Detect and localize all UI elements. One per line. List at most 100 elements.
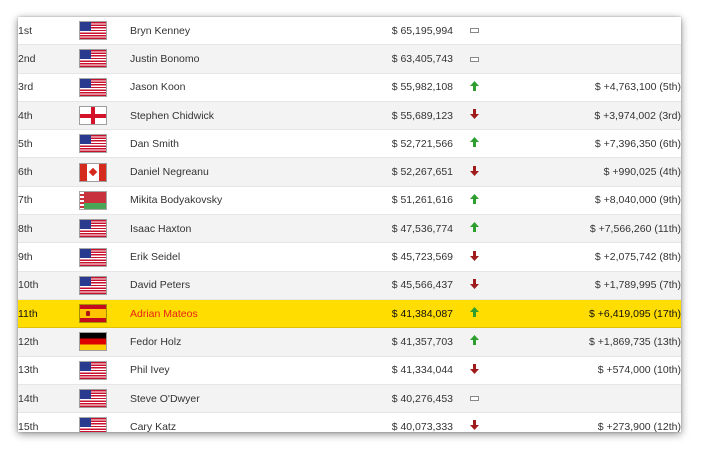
earnings-change-cell (495, 384, 681, 414)
rankings-card: 1st Bryn Kenney $ 65,195,994 2nd Justin Bono… (18, 17, 681, 432)
rank-cell: 7th (18, 186, 80, 216)
flag-cell (80, 17, 130, 46)
earnings-cell: $ 55,982,108 (330, 73, 453, 102)
earnings-cell: $ 52,721,566 (330, 129, 453, 159)
trend-cell (453, 17, 495, 46)
trend-down-arrow-icon (469, 420, 479, 432)
canada-flag-icon (80, 163, 106, 181)
trend-unchanged-icon (469, 56, 479, 62)
table-row: 12th Fedor Holz $ 41,357,703 $ +1,869,735 (… (18, 327, 681, 357)
trend-down-arrow-icon (469, 165, 479, 179)
trend-down-arrow-icon (469, 109, 479, 122)
trend-down-arrow-icon (469, 278, 479, 292)
flag-cell (80, 73, 130, 102)
earnings-change-cell: $ +273,900 (12th) (495, 412, 681, 432)
trend-up-arrow-icon (469, 335, 479, 348)
player-name-link[interactable]: Dan Smith (130, 129, 330, 159)
table-row: 4th Stephen Chidwick $ 55,689,123 $ +3,974,… (18, 101, 681, 131)
rank-cell: 4th (18, 101, 80, 131)
earnings-cell: $ 65,195,994 (330, 17, 453, 46)
player-name-link[interactable]: Mikita Bodyakovsky (130, 186, 330, 216)
rank-cell: 15th (18, 412, 80, 432)
player-name-link[interactable]: Cary Katz (130, 412, 330, 432)
flag-cell (80, 299, 130, 329)
rank-cell: 9th (18, 242, 80, 272)
us-flag-icon (80, 50, 106, 68)
earnings-cell: $ 45,723,569 (330, 242, 453, 272)
rank-cell: 2nd (18, 44, 80, 74)
player-name-link[interactable]: David Peters (130, 271, 330, 300)
trend-up-arrow-icon (469, 193, 479, 207)
table-row: 13th Phil Ivey $ 41,334,044 $ +574,000 (10t… (18, 356, 681, 385)
earnings-change-cell: $ +2,075,742 (8th) (495, 242, 681, 272)
us-flag-icon (80, 418, 106, 432)
us-flag-icon (80, 220, 106, 238)
flag-cell (80, 101, 130, 131)
table-row: 14th Steve O'Dwyer $ 40,276,453 (18, 384, 681, 414)
trend-cell (453, 242, 495, 272)
us-flag-icon (80, 276, 106, 294)
trend-cell (453, 44, 495, 74)
table-row: 7th Mikita Bodyakovsky $ 51,261,616 $ +8,04… (18, 186, 681, 216)
player-name-link[interactable]: Justin Bonomo (130, 44, 330, 74)
rank-cell: 5th (18, 129, 80, 159)
trend-unchanged-icon (469, 28, 479, 34)
flag-cell (80, 129, 130, 159)
flag-cell (80, 327, 130, 357)
earnings-change-cell (495, 17, 681, 46)
table-row-highlighted: 11th Adrian Mateos $ 41,384,087 $ +6,419,09… (18, 299, 681, 329)
table-row: 3rd Jason Koon $ 55,982,108 $ +4,763,100 (5… (18, 73, 681, 102)
rank-cell: 12th (18, 327, 80, 357)
earnings-change-cell: $ +1,789,995 (7th) (495, 271, 681, 300)
trend-cell (453, 101, 495, 131)
table-row: 5th Dan Smith $ 52,721,566 $ +7,396,350 (6t… (18, 129, 681, 159)
earnings-cell: $ 41,384,087 (330, 299, 453, 329)
trend-cell (453, 186, 495, 216)
trend-up-arrow-icon (469, 307, 479, 320)
germany-flag-icon (80, 333, 106, 351)
rank-cell: 10th (18, 271, 80, 300)
earnings-change-cell: $ +6,419,095 (17th) (495, 299, 681, 329)
table-row: 6th Daniel Negreanu $ 52,267,651 $ +990,025… (18, 157, 681, 187)
trend-unchanged-icon (469, 396, 479, 402)
us-flag-icon (80, 22, 106, 40)
flag-cell (80, 157, 130, 187)
us-flag-icon (80, 390, 106, 407)
trend-cell (453, 73, 495, 102)
player-name-link[interactable]: Steve O'Dwyer (130, 384, 330, 414)
earnings-change-cell: $ +4,763,100 (5th) (495, 73, 681, 102)
earnings-cell: $ 45,566,437 (330, 271, 453, 300)
trend-up-arrow-icon (469, 80, 479, 94)
trend-down-arrow-icon (469, 250, 479, 264)
player-name-link[interactable]: Erik Seidel (130, 242, 330, 272)
earnings-cell: $ 41,334,044 (330, 356, 453, 385)
rankings-table-body: 1st Bryn Kenney $ 65,195,994 2nd Justin Bono… (18, 17, 681, 432)
player-name-link[interactable]: Fedor Holz (130, 327, 330, 357)
player-name-link[interactable]: Adrian Mateos (130, 299, 330, 329)
player-name-link[interactable]: Bryn Kenney (130, 17, 330, 46)
player-name-link[interactable]: Daniel Negreanu (130, 157, 330, 187)
player-name-link[interactable]: Stephen Chidwick (130, 101, 330, 131)
trend-cell (453, 129, 495, 159)
rank-cell: 13th (18, 356, 80, 385)
player-name-link[interactable]: Jason Koon (130, 73, 330, 102)
player-name-link[interactable]: Phil Ivey (130, 356, 330, 385)
flag-cell (80, 242, 130, 272)
trend-down-arrow-icon (469, 363, 479, 377)
rank-cell: 6th (18, 157, 80, 187)
us-flag-icon (80, 135, 106, 153)
rank-cell: 8th (18, 214, 80, 244)
table-row: 2nd Justin Bonomo $ 63,405,743 (18, 44, 681, 74)
trend-cell (453, 271, 495, 300)
us-flag-icon (80, 361, 106, 379)
earnings-change-cell: $ +574,000 (10th) (495, 356, 681, 385)
spain-flag-icon (80, 305, 106, 323)
table-row: 8th Isaac Haxton $ 47,536,774 $ +7,566,260 … (18, 214, 681, 244)
trend-cell (453, 214, 495, 244)
earnings-cell: $ 55,689,123 (330, 101, 453, 131)
player-name-link[interactable]: Isaac Haxton (130, 214, 330, 244)
earnings-cell: $ 41,357,703 (330, 327, 453, 357)
earnings-cell: $ 63,405,743 (330, 44, 453, 74)
rank-cell: 14th (18, 384, 80, 414)
us-flag-icon (80, 248, 106, 266)
